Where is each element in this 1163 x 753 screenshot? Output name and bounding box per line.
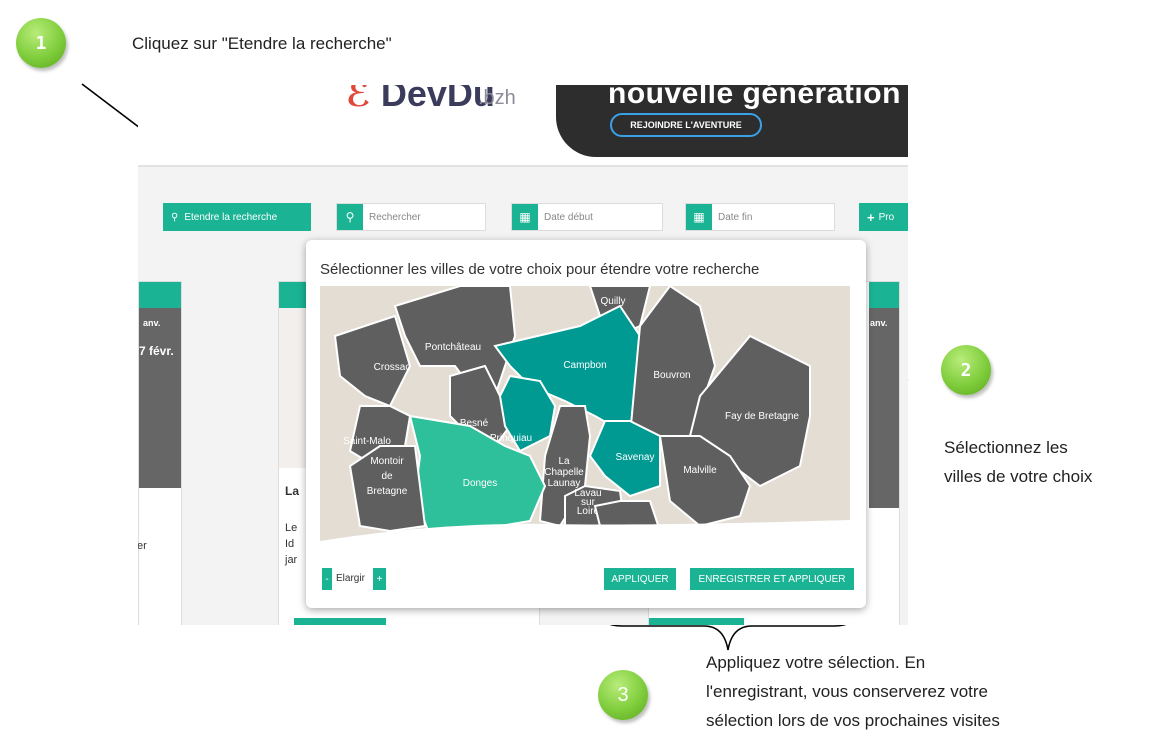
step-2-text: Sélectionnez les villes de votre choix <box>944 433 1092 491</box>
zoom-plus-button[interactable]: + <box>373 568 386 590</box>
date-start-placeholder: Date début <box>544 211 593 223</box>
map-pin-icon: ⚲ <box>171 211 179 223</box>
city-montoir-de-bretagne[interactable] <box>348 445 427 533</box>
card-calendar <box>139 308 181 488</box>
date-end-placeholder: Date fin <box>718 211 753 223</box>
card-date: 7 févr. <box>139 344 174 358</box>
city-crossac[interactable] <box>333 314 412 408</box>
city-map: Quilly Pontchâteau Campbon Bouvron Crossac Fa… <box>320 286 850 550</box>
card-title: La <box>285 484 300 498</box>
logo-suffix: .bzh <box>478 87 516 109</box>
card-button[interactable] <box>649 618 744 625</box>
header-divider <box>138 165 908 167</box>
card-month: anv. <box>870 318 888 328</box>
modal-title: Sélectionner les villes de votre choix p… <box>320 261 760 278</box>
zoom-minus-button[interactable]: - <box>322 568 332 590</box>
rejoindre-button[interactable]: REJOINDRE L'AVENTURE <box>610 113 762 137</box>
date-end-input[interactable]: ▦ Date fin <box>685 203 835 231</box>
city-savenay[interactable] <box>588 420 661 498</box>
card-header <box>139 282 181 308</box>
card-text-2: Id <box>285 538 295 550</box>
calendar-icon: ▦ <box>512 204 538 230</box>
settings-icon[interactable] <box>869 282 899 308</box>
site-logo[interactable]: ℰ DevDu <box>346 85 495 115</box>
step-3-line-2: l'enregistrant, vous conserverez votre <box>706 682 988 701</box>
save-and-apply-button[interactable]: ENREGISTRER ET APPLIQUER <box>690 568 854 590</box>
step-3-badge: 3 <box>598 670 648 720</box>
search-placeholder: Rechercher <box>369 211 421 223</box>
card-text-3: jar <box>285 554 298 566</box>
step-3-line-3: sélection lors de vos prochaines visites <box>706 711 1000 730</box>
search-icon: ⚲ <box>337 204 363 230</box>
card-text: er <box>138 540 147 552</box>
logo-swirl-icon: ℰ <box>346 85 371 114</box>
step-1-badge: 1 <box>16 18 66 68</box>
banner-text: nouvelle génération <box>608 85 901 110</box>
date-start-input[interactable]: ▦ Date début <box>511 203 663 231</box>
card-button[interactable] <box>294 618 386 625</box>
step-2-line-1: Sélectionnez les <box>944 438 1068 457</box>
plus-icon: + <box>867 209 875 225</box>
card-text-1: Le <box>285 522 298 534</box>
expand-icon[interactable] <box>279 282 307 308</box>
calendar-icon: ▦ <box>686 204 712 230</box>
step-1-text: Cliquez sur "Etendre la recherche" <box>132 34 392 53</box>
city-selection-modal: Sélectionner les villes de votre choix p… <box>306 240 866 608</box>
extend-search-label: Etendre la recherche <box>184 211 278 223</box>
zoom-label: Elargir <box>336 573 365 584</box>
search-input[interactable]: ⚲ Rechercher <box>336 203 486 231</box>
add-button[interactable]: + Pro <box>859 203 908 231</box>
add-label: Pro <box>878 211 895 223</box>
apply-button[interactable]: APPLIQUER <box>604 568 676 590</box>
step-2-badge: 2 <box>941 345 991 395</box>
card-month: anv. <box>143 318 161 328</box>
step-2-line-2: villes de votre choix <box>944 467 1093 486</box>
extend-search-button[interactable]: ⚲ Etendre la recherche <box>163 203 311 231</box>
city-map-svg: QuillyPontchâteauCampbonBouvronCrossacFa… <box>320 286 850 550</box>
event-card-left[interactable]: anv. 7 févr. er <box>138 281 182 625</box>
card-calendar <box>869 308 899 508</box>
